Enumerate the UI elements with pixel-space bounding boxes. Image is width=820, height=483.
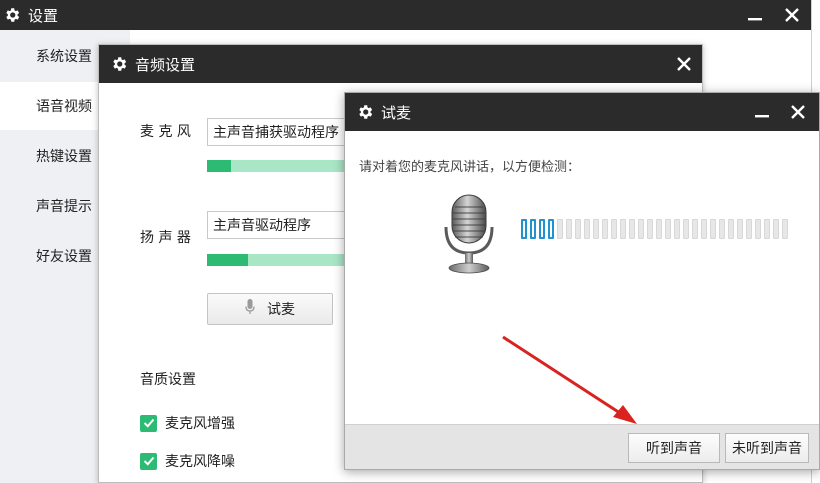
close-icon	[791, 105, 805, 119]
meter-segment	[575, 219, 581, 239]
audio-close-button[interactable]	[667, 45, 701, 83]
meter-segment	[674, 219, 680, 239]
meter-segment	[539, 219, 545, 239]
meter-segment	[746, 219, 752, 239]
mic-enhance-label: 麦克风增强	[165, 416, 235, 432]
close-button[interactable]	[775, 0, 809, 30]
meter-segment	[665, 219, 671, 239]
heard-sound-button[interactable]: 听到声音	[628, 433, 720, 463]
meter-segment	[692, 219, 698, 239]
settings-window-title: 设置	[28, 6, 59, 25]
meter-segment	[764, 219, 770, 239]
meter-segment	[548, 219, 554, 239]
quality-heading: 音质设置	[140, 372, 196, 388]
mic-test-close-button[interactable]	[781, 93, 815, 131]
meter-segment	[629, 219, 635, 239]
sidebar-item-label: 热键设置	[36, 149, 92, 165]
mic-test-dialog: 试麦 请对着您的麦克风讲话，以方便检测： 听到声音 未听到声音	[344, 92, 820, 470]
mic-test-footer: 听到声音 未听到声音	[345, 424, 819, 469]
meter-segment	[611, 219, 617, 239]
minimize-icon	[755, 115, 769, 118]
audio-settings-title: 音频设置	[135, 55, 196, 74]
checkmark-icon	[143, 456, 154, 466]
microphone-label: 麦 克 风	[140, 124, 191, 140]
meter-segment	[647, 219, 653, 239]
mic-test-prompt: 请对着您的麦克风讲话，以方便检测：	[359, 160, 581, 175]
minimize-icon	[748, 18, 762, 21]
meter-segment	[719, 219, 725, 239]
gear-icon	[109, 54, 129, 74]
audio-settings-titlebar: 音频设置	[99, 45, 702, 83]
sidebar-item-label: 好友设置	[36, 249, 92, 265]
speaker-level-fill	[207, 254, 248, 266]
meter-segment	[773, 219, 779, 239]
meter-segment	[521, 219, 527, 239]
mic-test-minimize-button[interactable]	[745, 93, 779, 131]
meter-segment	[683, 219, 689, 239]
checkmark-icon	[143, 418, 154, 428]
meter-segment	[584, 219, 590, 239]
meter-segment	[557, 219, 563, 239]
meter-segment	[728, 219, 734, 239]
meter-segment	[755, 219, 761, 239]
mic-test-title: 试麦	[381, 103, 412, 122]
meter-segment	[701, 219, 707, 239]
test-mic-button[interactable]: 试麦	[207, 293, 333, 325]
test-mic-button-label: 试麦	[267, 302, 295, 318]
meter-segment	[782, 219, 788, 239]
mic-enhance-option[interactable]: 麦克风增强	[140, 413, 235, 433]
checkbox-mic-enhance[interactable]	[140, 414, 157, 432]
not-heard-sound-button[interactable]: 未听到声音	[725, 433, 809, 463]
mic-denoise-option[interactable]: 麦克风降噪	[140, 451, 235, 471]
meter-segment	[593, 219, 599, 239]
mic-test-titlebar: 试麦	[345, 93, 819, 131]
sidebar-item-label: 语音视频	[36, 99, 92, 115]
microphone-level-bar	[207, 160, 357, 172]
microphone-level-fill	[207, 160, 231, 172]
close-icon	[677, 57, 691, 71]
microphone-icon	[245, 299, 255, 319]
meter-segment	[656, 219, 662, 239]
meter-segment	[620, 219, 626, 239]
speaker-device-select[interactable]: 主声音驱动程序	[207, 211, 367, 239]
mic-level-meter	[521, 219, 788, 239]
microphone-icon	[441, 193, 499, 275]
sidebar-item-label: 声音提示	[36, 199, 92, 215]
checkbox-mic-denoise[interactable]	[140, 452, 157, 470]
mic-denoise-label: 麦克风降噪	[165, 454, 235, 470]
meter-segment	[566, 219, 572, 239]
meter-segment	[638, 219, 644, 239]
meter-segment	[737, 219, 743, 239]
meter-segment	[530, 219, 536, 239]
annotation-arrow-icon	[502, 335, 637, 424]
microphone-device-select[interactable]: 主声音捕获驱动程序	[207, 118, 367, 146]
gear-icon	[2, 5, 22, 25]
meter-segment	[710, 219, 716, 239]
minimize-button[interactable]	[738, 0, 772, 30]
sidebar-item-label: 系统设置	[36, 49, 92, 65]
speaker-level-bar	[207, 254, 357, 266]
meter-segment	[602, 219, 608, 239]
speaker-label: 扬 声 器	[140, 230, 191, 246]
settings-titlebar: 设置	[0, 0, 811, 30]
close-icon	[785, 8, 799, 22]
gear-icon	[355, 102, 375, 122]
